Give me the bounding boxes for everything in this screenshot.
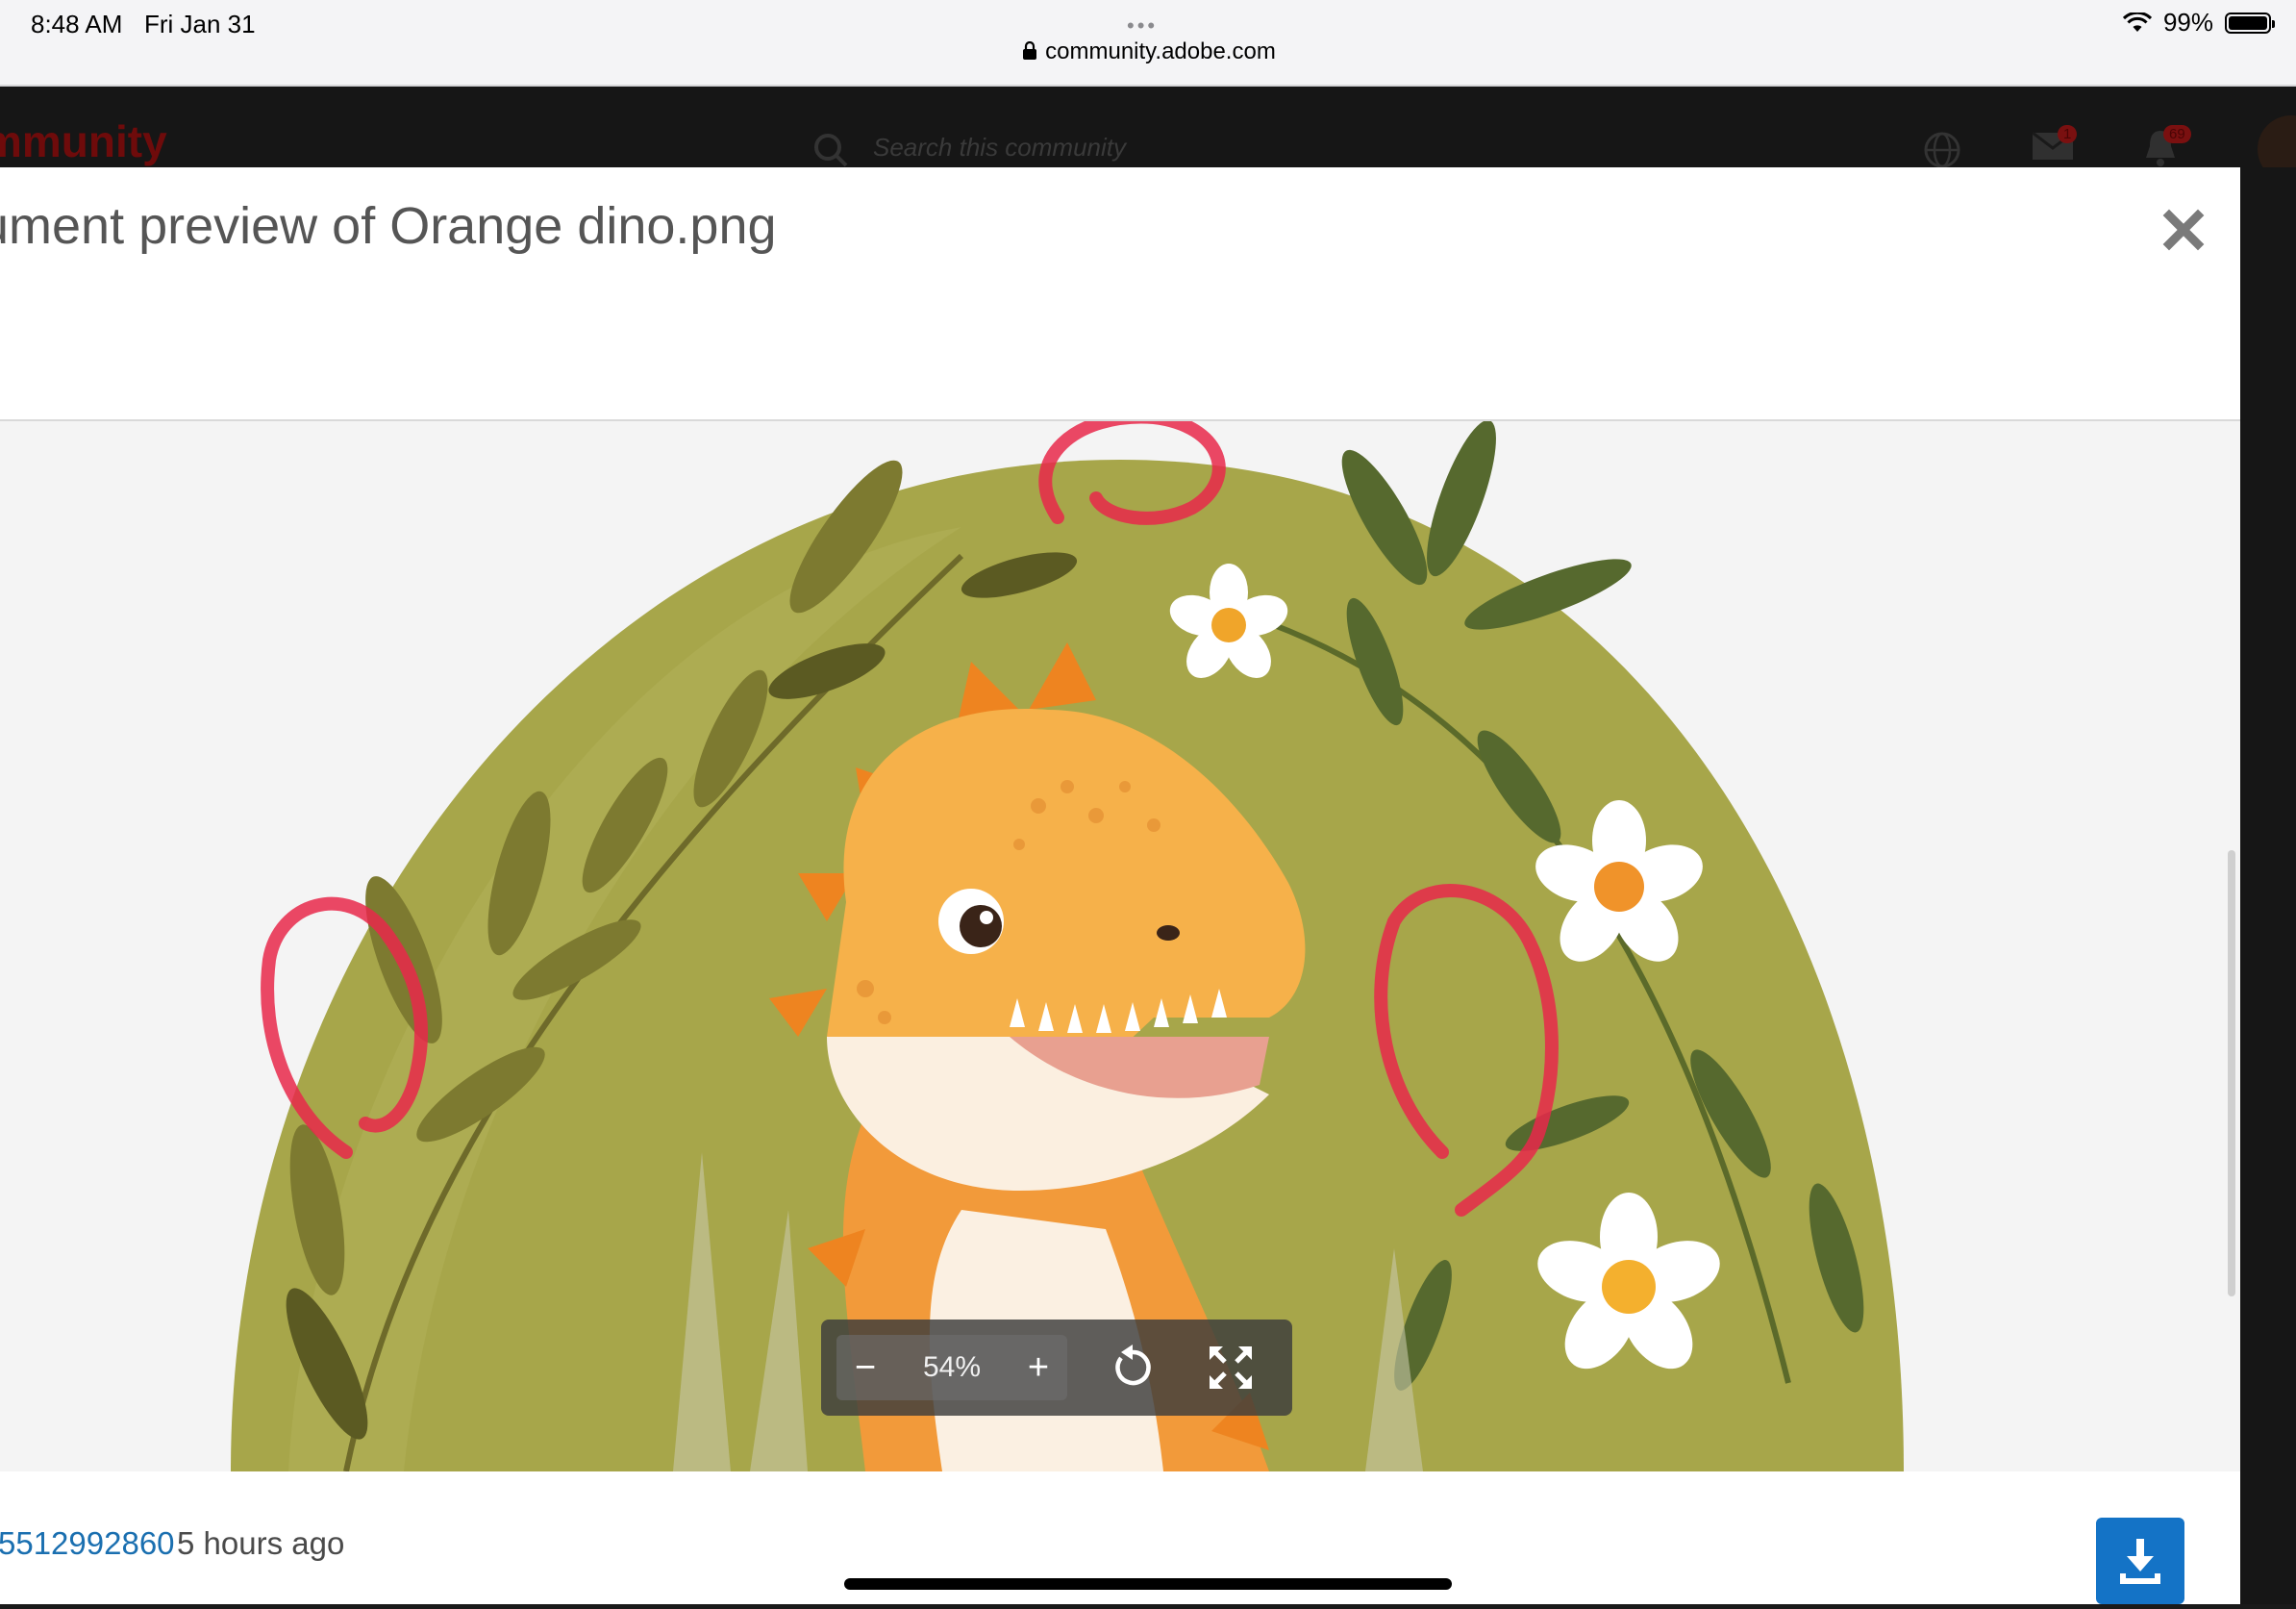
zoom-in-button[interactable]: +: [1010, 1335, 1067, 1400]
zoom-controls: − 54% +: [836, 1335, 1067, 1400]
image-preview[interactable]: [0, 421, 2240, 1471]
home-indicator[interactable]: [844, 1578, 1452, 1590]
preview-scrollbar[interactable]: [2228, 850, 2235, 1296]
status-time: 8:48 AM: [31, 10, 123, 38]
search-input[interactable]: Search this community: [873, 133, 1126, 163]
rotate-icon[interactable]: [1108, 1343, 1158, 1393]
mail-badge: 1: [2058, 125, 2078, 143]
battery-icon: [2225, 12, 2275, 34]
url-text: community.adobe.com: [1045, 38, 1276, 64]
fit-screen-icon[interactable]: [1206, 1343, 1256, 1393]
search-icon[interactable]: [811, 131, 850, 169]
ios-status-bar: 8:48 AM Fri Jan 31 ••• community.adobe.c…: [0, 0, 2296, 87]
wifi-icon: [2122, 12, 2152, 32]
globe-icon[interactable]: [1923, 131, 1961, 169]
multitasking-dots[interactable]: •••: [1127, 13, 1158, 38]
community-header: mmunity Search this community 1 69: [0, 87, 2296, 183]
document-preview-modal: cument preview of Orange dino.png − 54% …: [0, 167, 2240, 1604]
close-icon[interactable]: [2159, 206, 2208, 254]
backdrop-strip: [2240, 167, 2296, 1604]
notification-badge: 69: [2163, 125, 2191, 143]
zoom-level: 54%: [922, 1351, 982, 1383]
status-date: Fri Jan 31: [144, 10, 256, 38]
status-indicators: 99%: [2122, 8, 2275, 38]
zoom-toolbar: − 54% +: [821, 1320, 1292, 1416]
download-button[interactable]: [2096, 1518, 2184, 1604]
author-link[interactable]: 5512992860: [0, 1525, 175, 1562]
zoom-out-button[interactable]: −: [836, 1335, 894, 1400]
lock-icon: [1023, 41, 1037, 60]
modal-title: cument preview of Orange dino.png: [0, 197, 777, 255]
orange-dino-image: [231, 421, 1904, 1471]
download-icon: [2120, 1539, 2160, 1584]
posted-time: 5 hours ago: [177, 1525, 345, 1561]
battery-percent: 99%: [2162, 8, 2213, 37]
community-brand[interactable]: mmunity: [0, 115, 167, 167]
address-bar[interactable]: community.adobe.com: [1011, 38, 1286, 65]
